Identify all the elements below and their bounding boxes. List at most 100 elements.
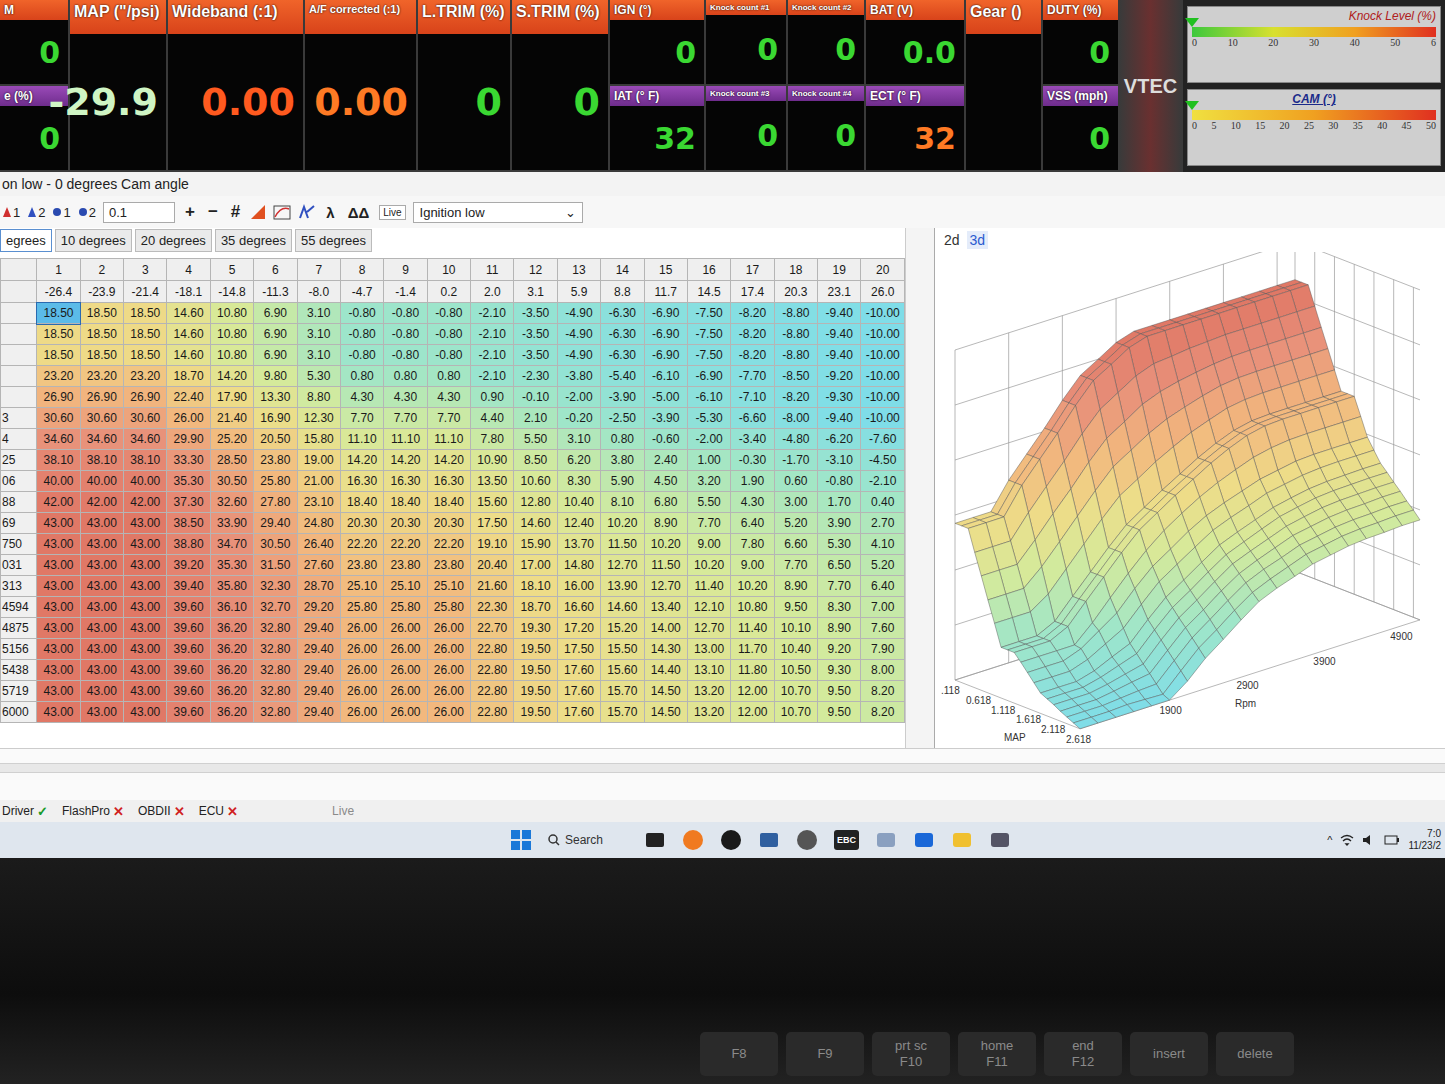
table-cell[interactable]: 10.20 <box>731 576 774 597</box>
table-cell[interactable]: 42.00 <box>124 492 167 513</box>
table-cell[interactable]: 14.50 <box>644 681 687 702</box>
table-cell[interactable]: 36.20 <box>210 639 253 660</box>
table-cell[interactable]: -6.20 <box>818 429 861 450</box>
table-cell[interactable]: 1.70 <box>818 492 861 513</box>
table-cell[interactable]: -6.10 <box>644 366 687 387</box>
table-cell[interactable]: -2.10 <box>861 471 905 492</box>
table-cell[interactable]: -7.10 <box>731 387 774 408</box>
table-cell[interactable]: 12.00 <box>731 681 774 702</box>
table-cell[interactable]: 43.00 <box>80 576 123 597</box>
table-cell[interactable]: 32.30 <box>254 576 297 597</box>
table-cell[interactable]: -3.90 <box>644 408 687 429</box>
table-cell[interactable]: -4.80 <box>774 429 817 450</box>
table-cell[interactable]: 20.30 <box>340 513 383 534</box>
table-cell[interactable]: -8.20 <box>774 387 817 408</box>
table-cell[interactable]: 26.00 <box>340 660 383 681</box>
table-cell[interactable]: 43.00 <box>37 702 80 723</box>
table-cell[interactable]: 39.40 <box>167 576 210 597</box>
table-cell[interactable]: 25.10 <box>427 576 470 597</box>
table-cell[interactable]: 5.30 <box>297 366 340 387</box>
table-cell[interactable]: 16.90 <box>254 408 297 429</box>
table-cell[interactable]: 4.30 <box>384 387 427 408</box>
table-cell[interactable]: 21.40 <box>210 408 253 429</box>
table-cell[interactable]: 10.80 <box>210 324 253 345</box>
table-cell[interactable]: 43.00 <box>37 639 80 660</box>
table-cell[interactable]: 15.80 <box>297 429 340 450</box>
table-cell[interactable]: 16.30 <box>427 471 470 492</box>
table-cell[interactable]: 15.20 <box>601 618 644 639</box>
table-cell[interactable]: -3.50 <box>514 303 557 324</box>
table-cell[interactable]: 18.70 <box>167 366 210 387</box>
toolbar-button[interactable]: ΔΔ <box>345 204 373 221</box>
table-cell[interactable]: 22.20 <box>384 534 427 555</box>
table-cell[interactable]: -6.90 <box>644 345 687 366</box>
table-cell[interactable]: 14.30 <box>644 639 687 660</box>
table-cell[interactable]: 32.80 <box>254 618 297 639</box>
marker-button[interactable]: 1 <box>2 205 20 220</box>
table-cell[interactable]: 43.00 <box>80 702 123 723</box>
table-cell[interactable]: -0.60 <box>644 429 687 450</box>
table-cell[interactable]: 43.00 <box>80 639 123 660</box>
cam-tab[interactable]: egrees <box>0 229 52 252</box>
table-cell[interactable]: 7.90 <box>861 639 905 660</box>
table-cell[interactable]: 39.60 <box>167 597 210 618</box>
table-cell[interactable]: 16.00 <box>557 576 600 597</box>
keyboard-key[interactable]: delete <box>1216 1032 1294 1076</box>
table-cell[interactable]: -5.30 <box>687 408 730 429</box>
table-cell[interactable]: -8.20 <box>731 324 774 345</box>
table-cell[interactable]: -2.00 <box>687 429 730 450</box>
table-cell[interactable]: 18.50 <box>80 345 123 366</box>
table-cell[interactable]: -6.30 <box>601 303 644 324</box>
table-cell[interactable]: 5.90 <box>601 471 644 492</box>
table-cell[interactable]: 10.60 <box>514 471 557 492</box>
table-cell[interactable]: 32.70 <box>254 597 297 618</box>
cam-tab[interactable]: 10 degrees <box>55 229 132 252</box>
keyboard-key[interactable]: insert <box>1130 1032 1208 1076</box>
table-cell[interactable]: -8.20 <box>731 303 774 324</box>
table-cell[interactable]: 11.10 <box>340 429 383 450</box>
table-cell[interactable]: 34.70 <box>210 534 253 555</box>
table-cell[interactable]: 26.40 <box>297 534 340 555</box>
view-tab[interactable]: 2d <box>941 231 963 249</box>
table-cell[interactable]: 9.20 <box>818 639 861 660</box>
table-cell[interactable]: 14.60 <box>167 345 210 366</box>
table-cell[interactable]: 25.80 <box>384 597 427 618</box>
table-cell[interactable]: -2.10 <box>471 324 514 345</box>
table-cell[interactable]: 10.70 <box>774 681 817 702</box>
table-cell[interactable]: -8.80 <box>774 345 817 366</box>
table-cell[interactable]: 40.00 <box>80 471 123 492</box>
table-cell[interactable]: 6.40 <box>731 513 774 534</box>
table-cell[interactable]: 22.80 <box>471 702 514 723</box>
table-cell[interactable]: 26.00 <box>167 408 210 429</box>
table-cell[interactable]: 9.30 <box>818 660 861 681</box>
table-cell[interactable]: -2.30 <box>514 366 557 387</box>
table-cell[interactable]: 29.20 <box>297 597 340 618</box>
table-cell[interactable]: 6.90 <box>254 303 297 324</box>
table-cell[interactable]: 8.50 <box>514 450 557 471</box>
table-cell[interactable]: -5.40 <box>601 366 644 387</box>
table-cell[interactable]: 23.80 <box>254 450 297 471</box>
table-cell[interactable]: 28.50 <box>210 450 253 471</box>
table-cell[interactable]: 43.00 <box>80 681 123 702</box>
table-cell[interactable]: 38.50 <box>167 513 210 534</box>
table-cell[interactable]: 13.50 <box>471 471 514 492</box>
table-cell[interactable]: 30.60 <box>124 408 167 429</box>
step-field[interactable]: 0.1 <box>103 202 175 223</box>
table-cell[interactable]: -6.30 <box>601 345 644 366</box>
table-cell[interactable]: 20.30 <box>427 513 470 534</box>
table-cell[interactable]: -10.00 <box>861 387 905 408</box>
table-cell[interactable]: 35.80 <box>210 576 253 597</box>
table-cell[interactable]: 27.60 <box>297 555 340 576</box>
table-cell[interactable]: 4.40 <box>471 408 514 429</box>
table-cell[interactable]: 23.20 <box>80 366 123 387</box>
table-cell[interactable]: 5.20 <box>861 555 905 576</box>
table-cell[interactable]: 15.70 <box>601 702 644 723</box>
table-cell[interactable]: 18.50 <box>80 324 123 345</box>
ebc-app-icon[interactable]: EBC <box>834 830 859 850</box>
toolbar-button[interactable]: − <box>205 202 221 222</box>
table-cell[interactable]: 11.40 <box>687 576 730 597</box>
table-cell[interactable]: 11.70 <box>731 639 774 660</box>
table-cell[interactable]: 23.20 <box>124 366 167 387</box>
table-cell[interactable]: 36.20 <box>210 618 253 639</box>
table-cell[interactable]: 14.00 <box>644 618 687 639</box>
